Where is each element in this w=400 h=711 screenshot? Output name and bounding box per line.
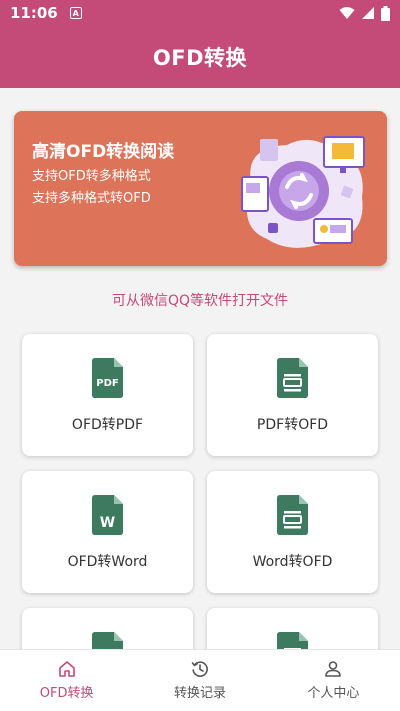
status-icons: [339, 5, 390, 21]
svg-text:W: W: [100, 515, 115, 531]
svg-text:PDF: PDF: [96, 378, 118, 389]
card-label: PDF转OFD: [256, 417, 329, 433]
app-bar: OFD转换: [0, 26, 400, 88]
nav-label: OFD转换: [39, 686, 94, 701]
wifi-icon: [339, 7, 355, 19]
nav-ofd-convert[interactable]: OFD转换: [0, 650, 133, 711]
ofd-file-icon: [277, 495, 308, 535]
word-file-icon: W: [92, 495, 123, 535]
status-bar: 11:06 A: [0, 0, 400, 26]
signal-icon: [362, 7, 374, 19]
home-icon: [58, 661, 75, 677]
history-icon: [191, 661, 208, 677]
ofd-file-icon: [277, 358, 308, 398]
pdf-file-icon: PDF: [92, 358, 123, 398]
nav-history[interactable]: 转换记录: [133, 650, 266, 711]
open-from-apps-hint: 可从微信QQ等软件打开文件: [111, 293, 289, 309]
notification-app-icon: A: [69, 7, 82, 19]
conversion-illustration: [241, 136, 365, 248]
word-to-ofd-card[interactable]: Word转OFD: [207, 471, 378, 593]
nav-label: 个人中心: [307, 686, 360, 701]
promo-banner[interactable]: 高清OFD转换阅读 支持OFD转多种格式 支持多种格式转OFD: [14, 111, 387, 266]
nav-profile[interactable]: 个人中心: [267, 650, 400, 711]
card-label: OFD转PDF: [71, 417, 144, 433]
pdf-to-ofd-card[interactable]: PDF转OFD: [207, 334, 378, 456]
status-time: 11:06: [10, 4, 58, 22]
person-icon: [325, 661, 342, 677]
card-label: OFD转Word: [67, 554, 148, 570]
banner-line-1: 支持OFD转多种格式: [32, 169, 151, 184]
card-label: Word转OFD: [252, 554, 333, 570]
bottom-navigation: OFD转换 转换记录 个人中心: [0, 649, 400, 711]
battery-icon: [381, 5, 390, 21]
nav-label: 转换记录: [173, 686, 226, 701]
banner-title: 高清OFD转换阅读: [32, 142, 175, 162]
page-title: OFD转换: [152, 46, 248, 70]
ofd-to-word-card[interactable]: W OFD转Word: [22, 471, 193, 593]
banner-line-2: 支持多种格式转OFD: [32, 191, 151, 206]
ofd-to-pdf-card[interactable]: PDF OFD转PDF: [22, 334, 193, 456]
